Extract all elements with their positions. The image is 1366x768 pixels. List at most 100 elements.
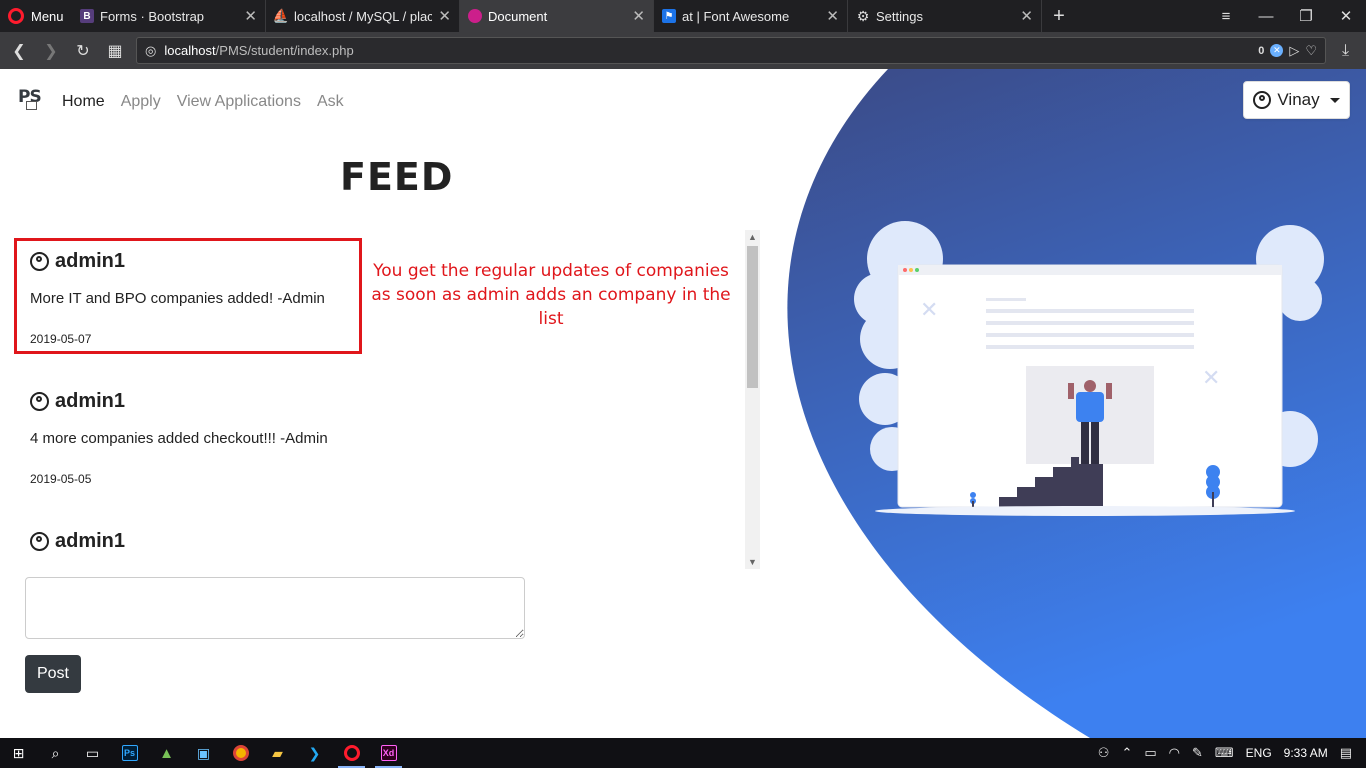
- restore-icon[interactable]: ❐: [1286, 7, 1326, 25]
- opera-logo-icon: [8, 8, 24, 24]
- illustration: ✕ ✕: [875, 264, 1295, 516]
- url-host: localhost: [164, 43, 216, 58]
- browser-tab-bar: Menu B Forms · Bootstrap ✕ ⛵ localhost /…: [0, 0, 1366, 32]
- clock[interactable]: 9:33 AM: [1284, 746, 1328, 760]
- close-tab-icon[interactable]: ✕: [1020, 7, 1033, 25]
- site-logo[interactable]: PS: [18, 87, 46, 117]
- post-date: 2019-05-05: [30, 472, 92, 486]
- speed-dial-icon[interactable]: ▦: [104, 41, 126, 61]
- photoshop-icon[interactable]: Ps: [111, 738, 148, 768]
- tab-font-awesome[interactable]: ⚑ at | Font Awesome ✕: [654, 0, 848, 32]
- close-tab-icon[interactable]: ✕: [438, 7, 451, 25]
- phpmyadmin-favicon-icon: ⛵: [272, 8, 290, 23]
- post-date: 2019-05-07: [30, 332, 92, 346]
- people-icon[interactable]: ⚇: [1098, 745, 1110, 761]
- post-textarea[interactable]: [25, 577, 525, 639]
- chrome-icon[interactable]: [222, 738, 259, 768]
- post-body: 4 more companies added checkout!!! -Admi…: [30, 430, 328, 447]
- user-circle-icon: [1253, 91, 1272, 109]
- caret-down-icon: [1329, 97, 1340, 103]
- nav-link-ask[interactable]: Ask: [317, 93, 344, 111]
- forward-icon[interactable]: ❯: [40, 41, 62, 61]
- user-circle-icon: [30, 532, 49, 551]
- new-tab-button[interactable]: +: [1042, 0, 1076, 32]
- tab-title: Forms · Bootstrap: [100, 8, 205, 24]
- tab-title: Settings: [876, 8, 923, 24]
- nav-link-view-applications[interactable]: View Applications: [177, 93, 301, 111]
- pen-icon[interactable]: ✎: [1192, 745, 1203, 761]
- close-tab-icon[interactable]: ✕: [632, 7, 645, 25]
- post-author: admin1: [55, 250, 126, 272]
- user-circle-icon: [30, 392, 49, 411]
- file-explorer-icon[interactable]: ▰: [259, 738, 296, 768]
- tab-bootstrap-forms[interactable]: B Forms · Bootstrap ✕: [72, 0, 266, 32]
- envelope-icon: [26, 101, 37, 110]
- opera-taskbar-icon[interactable]: [333, 738, 370, 768]
- close-tab-icon[interactable]: ✕: [244, 7, 257, 25]
- search-icon[interactable]: ⌕: [37, 738, 74, 768]
- chevron-up-icon[interactable]: ⌃: [1121, 745, 1132, 761]
- notifications-icon[interactable]: ▤: [1340, 745, 1352, 761]
- scroll-thumb[interactable]: [747, 246, 758, 388]
- post-body: More IT and BPO companies added! -Admin: [30, 290, 325, 307]
- svg-text:✕: ✕: [920, 298, 938, 323]
- tab-document[interactable]: Document ✕: [460, 0, 654, 32]
- user-dropdown-button[interactable]: Vinay: [1243, 81, 1350, 119]
- nav-link-apply[interactable]: Apply: [121, 93, 161, 111]
- vscode-icon[interactable]: ❯: [296, 738, 333, 768]
- opera-menu-button[interactable]: Menu: [0, 0, 72, 32]
- keyboard-icon[interactable]: ⌨: [1215, 745, 1234, 761]
- back-icon[interactable]: ❮: [8, 41, 30, 61]
- window-controls: ≡ — ❐ ✕: [1206, 0, 1366, 32]
- bootstrap-favicon-icon: B: [80, 9, 94, 23]
- address-bar: ❮ ❯ ↻ ▦ ◎ localhost/PMS/student/index.ph…: [0, 32, 1366, 69]
- android-studio-icon[interactable]: ▲: [148, 738, 185, 768]
- svg-text:✕: ✕: [1202, 366, 1220, 391]
- wifi-icon[interactable]: ◠: [1169, 745, 1180, 761]
- tab-title: at | Font Awesome: [682, 8, 790, 24]
- download-icon[interactable]: ⤓: [1342, 42, 1349, 60]
- page-title: FEED: [340, 155, 454, 199]
- scroll-up-icon[interactable]: ▲: [745, 230, 760, 244]
- windows-start-icon[interactable]: ⊞: [0, 738, 37, 768]
- battery-icon[interactable]: ▭: [1144, 745, 1156, 761]
- url-path: /PMS/student/index.php: [215, 43, 354, 58]
- page-content: ✕ ✕ PS Home Apply View Applications Ask …: [0, 69, 1366, 738]
- reload-icon[interactable]: ↻: [72, 41, 94, 61]
- send-icon[interactable]: ▷: [1289, 43, 1299, 59]
- annotation-text: You get the regular updates of companies…: [371, 261, 731, 329]
- url-field[interactable]: ◎ localhost/PMS/student/index.php 0 ✕ ▷ …: [136, 37, 1326, 64]
- menu-label: Menu: [31, 8, 64, 24]
- adblock-icon[interactable]: ✕: [1270, 44, 1284, 57]
- feed-post: admin1: [30, 530, 125, 553]
- post-author: admin1: [55, 530, 126, 552]
- close-tab-icon[interactable]: ✕: [826, 7, 839, 25]
- flag-favicon-icon: ⚑: [662, 9, 676, 23]
- nav-link-home[interactable]: Home: [62, 93, 105, 111]
- heart-icon[interactable]: ♡: [1305, 43, 1317, 59]
- user-circle-icon: [30, 252, 49, 271]
- feed-post: admin1 4 more companies added checkout!!…: [30, 390, 328, 486]
- windows-taskbar: ⊞ ⌕ ▭ Ps ▲ ▣ ▰ ❯ Xd ⚇ ⌃ ▭ ◠ ✎ ⌨ ENG 9:33…: [0, 738, 1366, 768]
- tab-title: Document: [488, 8, 548, 24]
- adobe-xd-icon[interactable]: Xd: [370, 738, 407, 768]
- feed-scrollbar[interactable]: ▲ ▼: [745, 230, 760, 569]
- scroll-down-icon[interactable]: ▼: [745, 555, 760, 569]
- gear-icon: ⚙: [856, 7, 870, 24]
- user-name: Vinay: [1277, 90, 1320, 109]
- main-navbar: PS Home Apply View Applications Ask: [18, 87, 344, 117]
- adblock-count: 0: [1258, 44, 1265, 57]
- feed-post: admin1 More IT and BPO companies added! …: [30, 250, 325, 346]
- post-button[interactable]: Post: [25, 655, 81, 693]
- tab-settings[interactable]: ⚙ Settings ✕: [848, 0, 1042, 32]
- computer-icon[interactable]: ▣: [185, 738, 222, 768]
- post-author: admin1: [55, 390, 126, 412]
- close-window-icon[interactable]: ✕: [1326, 7, 1366, 25]
- language-indicator[interactable]: ENG: [1246, 746, 1272, 760]
- minimize-icon[interactable]: —: [1246, 8, 1286, 25]
- tab-phpmyadmin[interactable]: ⛵ localhost / MySQL / placem ✕: [266, 0, 460, 32]
- tab-title: localhost / MySQL / placem: [294, 8, 432, 24]
- globe-icon: ◎: [145, 42, 157, 58]
- task-view-icon[interactable]: ▭: [74, 738, 111, 768]
- tab-menu-icon[interactable]: ≡: [1206, 8, 1246, 25]
